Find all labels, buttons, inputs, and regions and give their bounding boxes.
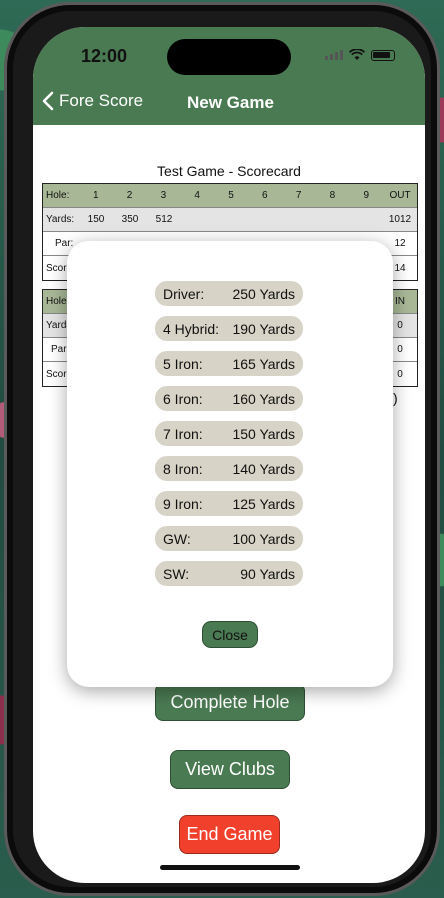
wifi-icon xyxy=(349,49,365,60)
end-game-button[interactable]: End Game xyxy=(179,815,280,854)
club-distance: 165 Yards xyxy=(232,355,295,372)
app-screen: 12:00 Fore Score New Game Test Game - Sc… xyxy=(33,27,425,883)
club-name: 8 Iron: xyxy=(163,460,203,477)
home-indicator[interactable] xyxy=(160,865,300,870)
hole-number: 6 xyxy=(262,190,268,201)
hole-number: 5 xyxy=(228,190,234,201)
hole-number: 4 xyxy=(194,190,200,201)
club-distance: 90 Yards xyxy=(240,565,295,582)
nav-header: 12:00 Fore Score New Game xyxy=(33,27,425,125)
club-distance: 250 Yards xyxy=(232,285,295,302)
yards-value: 150 xyxy=(87,214,105,225)
club-distance: 190 Yards xyxy=(232,320,295,337)
battery-icon xyxy=(371,49,395,61)
club-name: 5 Iron: xyxy=(163,355,203,372)
par-total: 12 xyxy=(394,238,406,249)
hole-number: 3 xyxy=(160,190,167,201)
hole-number: 2 xyxy=(126,190,133,201)
yards-total: 1012 xyxy=(388,214,412,225)
hole-number: 9 xyxy=(363,190,370,201)
list-item: 9 Iron: 125 Yards xyxy=(155,491,303,516)
close-button[interactable]: Close xyxy=(202,621,258,648)
club-distance: 100 Yards xyxy=(232,530,295,547)
table-row: Yards: 150 350 512 1012 xyxy=(43,208,417,232)
back-button[interactable]: Fore Score xyxy=(41,91,143,111)
club-distance: 140 Yards xyxy=(232,460,295,477)
club-name: 6 Iron: xyxy=(163,390,203,407)
list-item: 8 Iron: 140 Yards xyxy=(155,456,303,481)
table-row: Hole: 1 2 3 4 5 6 7 8 9 OUT xyxy=(43,184,417,208)
page-title: New Game xyxy=(187,93,274,112)
hole-number: 8 xyxy=(329,190,336,201)
list-item: GW: 100 Yards xyxy=(155,526,303,551)
club-distance: 160 Yards xyxy=(232,390,295,407)
list-item: SW: 90 Yards xyxy=(155,561,303,586)
hole-number: 7 xyxy=(295,190,302,201)
complete-hole-button[interactable]: Complete Hole xyxy=(155,683,305,721)
chevron-left-icon xyxy=(42,91,54,111)
signal-icon xyxy=(325,50,343,60)
scorecard-title: Test Game - Scorecard xyxy=(157,163,301,179)
out-label: OUT xyxy=(389,190,411,201)
status-icons xyxy=(325,49,395,61)
back-label: Fore Score xyxy=(59,91,144,110)
list-item: 4 Hybrid: 190 Yards xyxy=(155,316,303,341)
club-list: Driver: 250 Yards 4 Hybrid: 190 Yards 5 Ir… xyxy=(155,281,303,596)
yards-value: 512 xyxy=(155,214,173,225)
hole-number: 1 xyxy=(92,190,99,201)
hole-label: Hole: xyxy=(46,190,70,201)
club-name: Driver: xyxy=(163,285,205,302)
yards-value: 350 xyxy=(121,214,139,225)
club-distance: 150 Yards xyxy=(232,425,295,442)
club-name: SW: xyxy=(163,565,190,582)
club-name: GW: xyxy=(163,530,191,547)
status-time: 12:00 xyxy=(81,46,128,66)
dynamic-island xyxy=(167,39,291,75)
list-item: 5 Iron: 165 Yards xyxy=(155,351,303,376)
club-distance: 125 Yards xyxy=(232,495,295,512)
view-clubs-button[interactable]: View Clubs xyxy=(170,750,290,789)
clubs-modal: Driver: 250 Yards 4 Hybrid: 190 Yards 5 Ir… xyxy=(67,241,393,687)
paren-text: ) xyxy=(393,390,398,406)
yards-label: Yards: xyxy=(46,214,75,225)
club-name: 9 Iron: xyxy=(163,495,203,512)
phone-frame: 12:00 Fore Score New Game Test Game - Sc… xyxy=(4,2,440,896)
list-item: Driver: 250 Yards xyxy=(155,281,303,306)
club-name: 7 Iron: xyxy=(163,425,203,442)
list-item: 6 Iron: 160 Yards xyxy=(155,386,303,411)
list-item: 7 Iron: 150 Yards xyxy=(155,421,303,446)
club-name: 4 Hybrid: xyxy=(163,320,220,337)
